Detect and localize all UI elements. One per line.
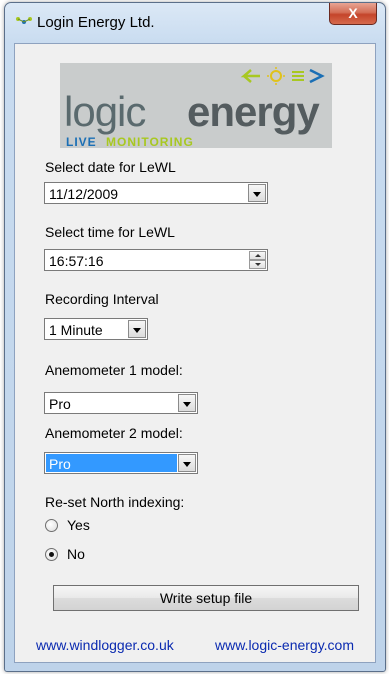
interval-dropdown-button[interactable]	[128, 320, 146, 338]
logo-tag-monitoring: MONITORING	[106, 135, 194, 149]
radio-no-label: No	[67, 546, 85, 562]
spin-up-button[interactable]	[249, 251, 266, 260]
anemometer2-select[interactable]: Pro	[44, 452, 198, 474]
chevron-down-icon	[183, 462, 191, 467]
window-title: Login Energy Ltd.	[37, 14, 155, 31]
app-icon	[16, 17, 32, 24]
anemometer1-label: Anemometer 1 model:	[45, 362, 183, 378]
logo-word-logic: logic	[64, 88, 146, 135]
north-indexing-label: Re-set North indexing:	[45, 494, 185, 510]
close-icon: X	[348, 5, 358, 21]
radio-no-circle[interactable]	[45, 548, 58, 561]
radio-yes-label: Yes	[67, 517, 90, 533]
chevron-down-icon	[253, 192, 261, 197]
radio-selected-dot	[49, 552, 54, 557]
energy-arrows-icon	[240, 67, 325, 85]
time-spinner[interactable]	[249, 251, 266, 269]
logo-word-energy: energy	[187, 88, 320, 135]
anemometer1-value: Pro	[49, 396, 71, 412]
windlogger-link[interactable]: www.windlogger.co.uk	[36, 637, 174, 653]
arrow-up-icon	[255, 254, 261, 257]
date-picker[interactable]: 11/12/2009	[44, 182, 268, 204]
time-value: 16:57:16	[49, 253, 104, 269]
radio-no[interactable]: No	[45, 545, 125, 563]
date-dropdown-button[interactable]	[248, 184, 266, 202]
date-value: 11/12/2009	[49, 186, 119, 202]
anemometer1-select[interactable]: Pro	[44, 392, 198, 414]
logo-tag-live: LIVE	[66, 135, 97, 149]
interval-select[interactable]: 1 Minute	[44, 318, 148, 340]
interval-value: 1 Minute	[49, 322, 103, 338]
logic-energy-link[interactable]: www.logic-energy.com	[215, 637, 354, 653]
anemometer1-dropdown-button[interactable]	[178, 394, 196, 412]
date-label: Select date for LeWL	[45, 159, 176, 175]
anemometer2-dropdown-button[interactable]	[178, 454, 196, 472]
write-setup-file-button[interactable]: Write setup file	[53, 585, 359, 611]
anemometer2-label: Anemometer 2 model:	[45, 425, 183, 441]
chevron-down-icon	[133, 328, 141, 333]
time-picker[interactable]: 16:57:16	[44, 249, 268, 271]
radio-yes[interactable]: Yes	[45, 516, 125, 534]
radio-yes-circle[interactable]	[45, 519, 58, 532]
title-bar[interactable]: Login Energy Ltd. X	[5, 3, 385, 43]
interval-label: Recording Interval	[45, 291, 159, 307]
anemometer2-value: Pro	[49, 456, 71, 472]
time-label: Select time for LeWL	[45, 224, 175, 240]
spin-down-button[interactable]	[249, 260, 266, 269]
arrow-down-icon	[255, 263, 261, 266]
chevron-down-icon	[183, 402, 191, 407]
close-button[interactable]: X	[329, 3, 377, 25]
